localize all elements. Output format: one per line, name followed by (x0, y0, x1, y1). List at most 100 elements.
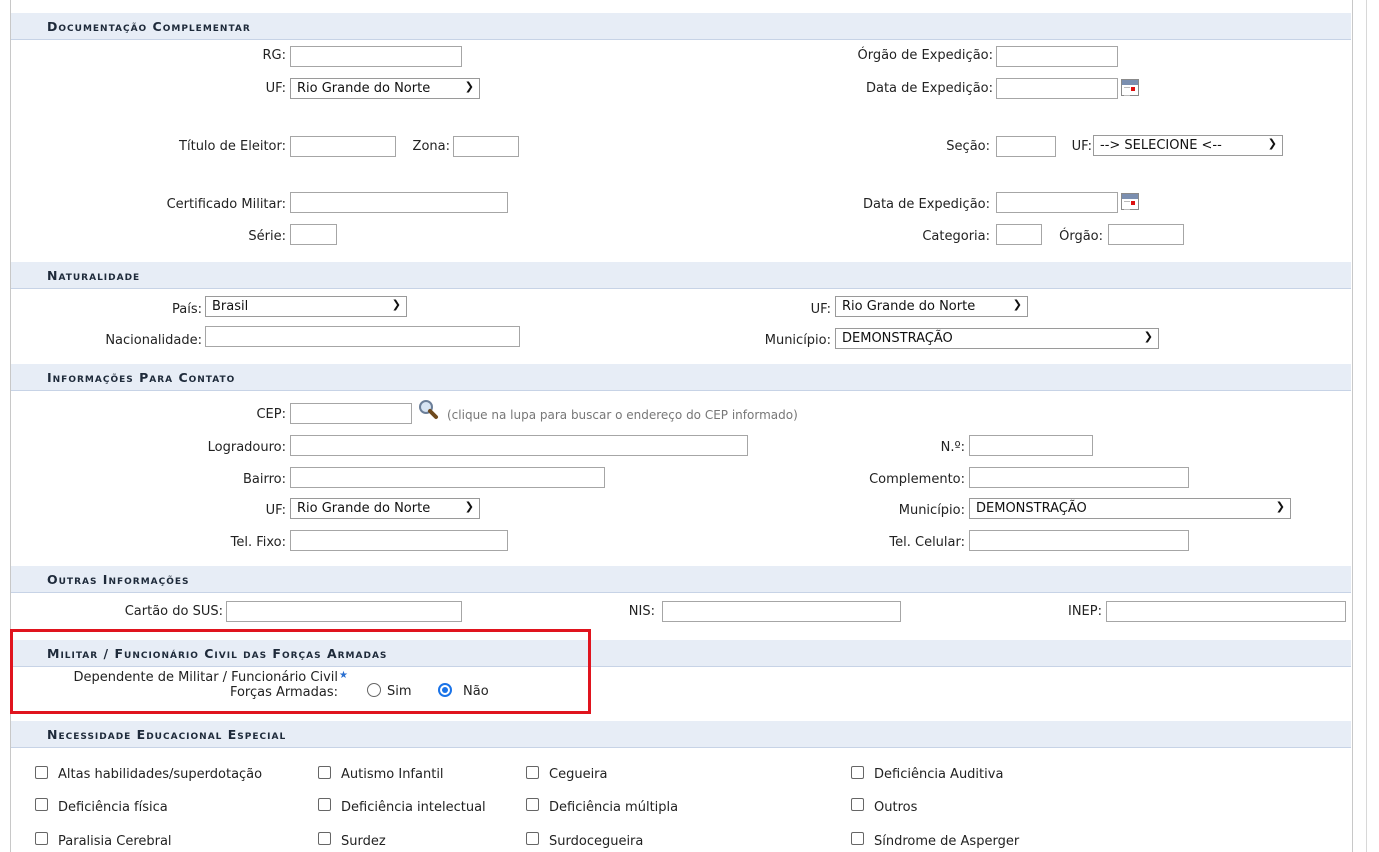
checkbox-paralisia-cerebral[interactable] (35, 832, 48, 845)
checkbox-label: Altas habilidades/superdotação (58, 767, 263, 782)
cep-label: CEP: (256, 407, 286, 422)
section-title: Necessidade Educacional Especial (47, 727, 287, 742)
nis-input[interactable] (662, 601, 901, 622)
pais-select[interactable]: Brasil ❯ (205, 296, 407, 317)
contato-uf-select[interactable]: Rio Grande do Norte ❯ (290, 498, 480, 519)
checkbox-cegueira[interactable] (526, 766, 539, 779)
checkbox-deficiencia-fisica[interactable] (35, 798, 48, 811)
tel-celular-input[interactable] (969, 530, 1189, 551)
chevron-down-icon: ❯ (1012, 298, 1022, 311)
sus-input[interactable] (226, 601, 462, 622)
checkbox-autismo[interactable] (318, 766, 331, 779)
naturalidade-uf-value: Rio Grande do Norte (842, 299, 976, 314)
calendar-icon[interactable] (1121, 193, 1139, 210)
section-contato: Informações Para Contato (11, 364, 1351, 391)
uf-eleitor-label: UF: (1071, 139, 1092, 154)
highlight-box (10, 629, 591, 714)
inep-label: INEP: (1068, 604, 1102, 619)
chevron-down-icon: ❯ (464, 80, 474, 93)
nacionalidade-input[interactable] (205, 326, 520, 347)
logradouro-input[interactable] (290, 435, 748, 456)
categoria-input[interactable] (996, 224, 1042, 245)
checkbox-deficiencia-intelectual[interactable] (318, 798, 331, 811)
uf-select[interactable]: Rio Grande do Norte ❯ (290, 78, 480, 99)
contato-municipio-select[interactable]: DEMONSTRAÇÃO ❯ (969, 498, 1291, 519)
tel-fixo-input[interactable] (290, 530, 508, 551)
zona-input[interactable] (453, 136, 519, 157)
tel-celular-label: Tel. Celular: (889, 535, 965, 550)
contato-municipio-value: DEMONSTRAÇÃO (976, 501, 1087, 516)
orgao-label: Órgão: (1059, 229, 1103, 244)
checkbox-label: Deficiência Auditiva (874, 767, 1004, 782)
data-expedicao2-label: Data de Expedição: (862, 197, 990, 212)
orgao-expedicao-input[interactable] (996, 46, 1118, 67)
secao-input[interactable] (996, 136, 1056, 157)
uf-label: UF: (265, 81, 286, 96)
complemento-label: Complemento: (869, 472, 965, 487)
cep-hint: (clique na lupa para buscar o endereço d… (447, 408, 798, 422)
checkbox-outros[interactable] (851, 798, 864, 811)
checkbox-deficiencia-auditiva[interactable] (851, 766, 864, 779)
tel-fixo-label: Tel. Fixo: (230, 535, 286, 550)
titulo-eleitor-label: Título de Eleitor: (179, 139, 286, 154)
sus-label: Cartão do SUS: (124, 604, 223, 619)
section-outras-informacoes: Outras Informações (11, 566, 1351, 593)
categoria-label: Categoria: (922, 229, 990, 244)
section-title: Documentação Complementar (47, 19, 251, 34)
checkbox-label: Paralisia Cerebral (58, 834, 172, 849)
calendar-icon[interactable] (1121, 79, 1139, 96)
titulo-eleitor-input[interactable] (290, 136, 396, 157)
serie-input[interactable] (290, 224, 337, 245)
checkbox-label: Surdocegueira (549, 834, 644, 849)
chevron-down-icon: ❯ (1275, 500, 1285, 513)
naturalidade-municipio-select[interactable]: DEMONSTRAÇÃO ❯ (835, 328, 1159, 349)
secao-label: Seção: (946, 139, 990, 154)
checkbox-altas-habilidades[interactable] (35, 766, 48, 779)
data-expedicao2-input[interactable] (996, 192, 1118, 213)
certificado-militar-input[interactable] (290, 192, 508, 213)
section-title: Naturalidade (47, 268, 141, 283)
section-title: Informações Para Contato (47, 370, 236, 385)
numero-label: N.º: (940, 440, 965, 455)
checkbox-sindrome-asperger[interactable] (851, 832, 864, 845)
contato-uf-label: UF: (265, 503, 286, 518)
checkbox-label: Deficiência intelectual (341, 800, 486, 815)
page-scroll-edge (1366, 0, 1367, 852)
serie-label: Série: (248, 229, 286, 244)
certificado-militar-label: Certificado Militar: (166, 197, 286, 212)
pais-select-value: Brasil (212, 299, 249, 314)
chevron-down-icon: ❯ (464, 500, 474, 513)
chevron-down-icon: ❯ (1143, 330, 1153, 343)
data-expedicao-input[interactable] (996, 78, 1118, 99)
section-documentacao-complementar: Documentação Complementar (11, 13, 1351, 40)
rg-input[interactable] (290, 46, 462, 67)
section-necessidade: Necessidade Educacional Especial (11, 721, 1351, 748)
logradouro-label: Logradouro: (207, 440, 286, 455)
checkbox-label: Deficiência múltipla (549, 800, 679, 815)
section-naturalidade: Naturalidade (11, 262, 1351, 289)
orgao-expedicao-label: Órgão de Expedição: (857, 48, 993, 63)
orgao-input[interactable] (1108, 224, 1184, 245)
uf-eleitor-select[interactable]: --> SELECIONE <-- ❯ (1093, 135, 1283, 156)
uf-select-value: Rio Grande do Norte (297, 81, 431, 96)
cep-input[interactable] (290, 403, 412, 424)
nacionalidade-label: Nacionalidade: (105, 333, 202, 348)
checkbox-label: Síndrome de Asperger (874, 834, 1020, 849)
data-expedicao-label: Data de Expedição: (865, 81, 993, 96)
naturalidade-uf-select[interactable]: Rio Grande do Norte ❯ (835, 296, 1028, 317)
checkbox-label: Surdez (341, 834, 386, 849)
checkbox-surdez[interactable] (318, 832, 331, 845)
section-title: Outras Informações (47, 572, 190, 587)
bairro-input[interactable] (290, 467, 605, 488)
checkbox-label: Deficiência física (58, 800, 168, 815)
nis-label: NIS: (628, 604, 655, 619)
checkbox-label: Autismo Infantil (341, 767, 444, 782)
search-icon[interactable] (417, 398, 439, 420)
zona-label: Zona: (412, 139, 450, 154)
numero-input[interactable] (969, 435, 1093, 456)
complemento-input[interactable] (969, 467, 1189, 488)
inep-input[interactable] (1106, 601, 1346, 622)
checkbox-surdocegueira[interactable] (526, 832, 539, 845)
checkbox-deficiencia-multipla[interactable] (526, 798, 539, 811)
checkbox-label: Outros (874, 800, 918, 815)
